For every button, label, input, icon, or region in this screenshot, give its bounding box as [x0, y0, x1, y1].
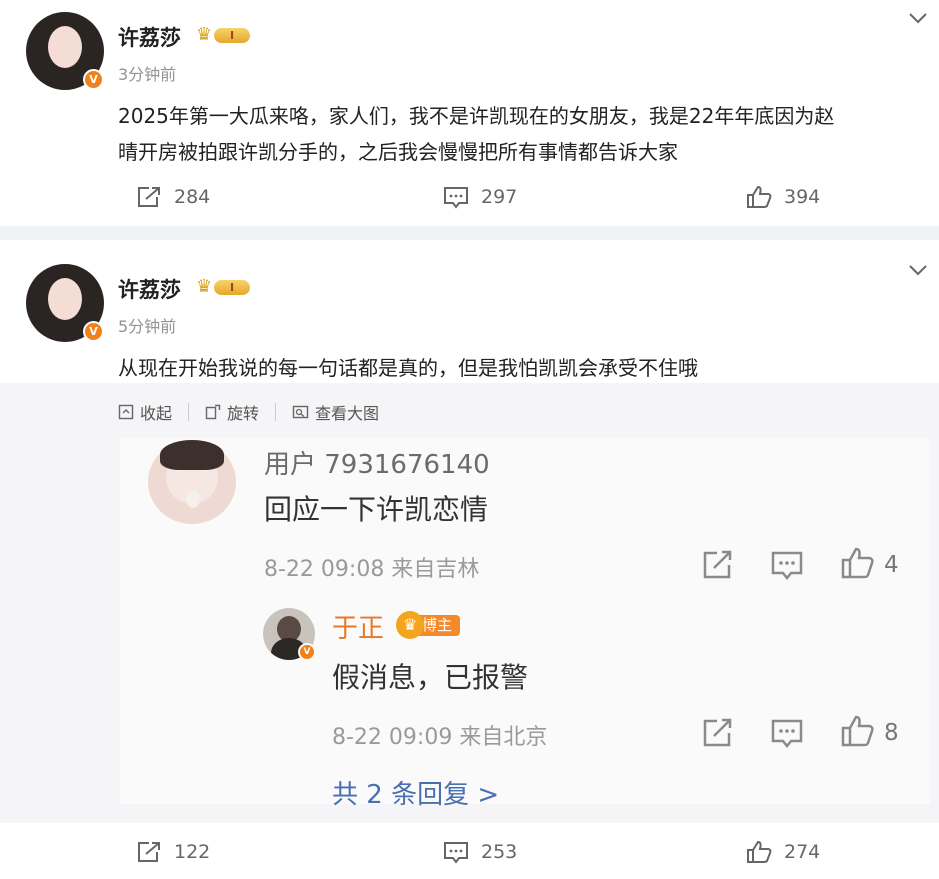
divider [188, 403, 190, 421]
comment-meta: 8-22 09:08 来自吉林 [264, 557, 480, 582]
comment-count: 297 [481, 186, 518, 208]
level-label: I [214, 280, 250, 295]
post-time: 5分钟前 [118, 317, 177, 336]
commenter-name: 用户 7931676140 [264, 450, 490, 480]
like-button[interactable]: 394 [746, 182, 820, 212]
collapse-icon [118, 404, 134, 420]
repost-count: 284 [174, 186, 211, 208]
more-replies-link: 共 2 条回复 > [332, 780, 500, 810]
repost-icon [138, 842, 160, 862]
like-button[interactable]: 274 [746, 837, 820, 867]
rotate-icon [205, 404, 221, 420]
divider [275, 403, 277, 421]
collapse-button[interactable]: 收起 [118, 400, 172, 424]
level-label: I [214, 28, 250, 43]
user-level-badge[interactable]: ♛ I [196, 276, 252, 298]
rotate-button[interactable]: 旋转 [205, 400, 259, 424]
comment-icon [444, 187, 468, 209]
verified-badge: V [298, 643, 316, 661]
share-icon [703, 550, 732, 579]
like-icon [747, 185, 772, 208]
comment-screenshot-image[interactable]: 用户 7931676140 回应一下许凯恋情 8-22 09:08 来自吉林 4… [120, 438, 930, 810]
view-large-button[interactable]: 查看大图 [292, 400, 379, 424]
comment-icon [444, 842, 468, 864]
post-card: V 许荔莎 ♛ I 5分钟前 从现在开始我说的每一句话都是真的，但是我怕凯凯会承… [0, 240, 939, 879]
post-text-line: 晴开房被拍跟许凯分手的，之后我会慢慢把所有事情都告诉大家 [118, 140, 678, 164]
post-actions: 284 297 394 [0, 182, 939, 212]
like-icon [747, 840, 772, 863]
post-text: 2025年第一大瓜来咯，家人们，我不是许凯现在的女朋友，我是22年年底因为赵 晴… [118, 98, 938, 170]
chevron-down-icon[interactable] [908, 11, 928, 25]
commenter-avatar [148, 440, 236, 524]
post-text-line: 2025年第一大瓜来咯，家人们，我不是许凯现在的女朋友，我是22年年底因为赵 [118, 104, 835, 128]
media-toolbar: 收起 旋转 查看大图 [118, 401, 379, 423]
crown-icon: ♛ [396, 611, 424, 639]
comment-text: 回应一下许凯恋情 [264, 493, 489, 526]
comment-button[interactable]: 297 [443, 182, 517, 212]
post-media: 收起 旋转 查看大图 用户 7931676140 回应一下许凯恋情 8-22 0… [0, 383, 939, 823]
share-icon [703, 718, 732, 747]
like-count: 274 [784, 841, 821, 863]
like-icon [841, 547, 874, 579]
post-text: 从现在开始我说的每一句话都是真的，但是我怕凯凯会承受不住哦 [118, 356, 698, 380]
verified-badge: V [83, 321, 104, 342]
view-large-icon [292, 405, 309, 419]
user-level-badge[interactable]: ♛ I [196, 24, 252, 46]
comment-button[interactable]: 253 [443, 837, 517, 867]
repost-button[interactable]: 122 [136, 837, 210, 867]
chevron-down-icon[interactable] [908, 263, 928, 277]
comment-icon [771, 719, 803, 749]
reply-like-count: 8 [884, 720, 899, 746]
author-name[interactable]: 许荔莎 [118, 274, 181, 304]
comment-like-count: 4 [884, 552, 899, 578]
post-actions: 122 253 274 [0, 837, 939, 867]
reply-text: 假消息，已报警 [332, 661, 529, 694]
post-time: 3分钟前 [118, 65, 177, 84]
author-name[interactable]: 许荔莎 [118, 22, 181, 52]
replier-name: 于正 [332, 614, 385, 644]
like-icon [841, 715, 874, 747]
repost-count: 122 [174, 841, 211, 863]
rotate-label: 旋转 [227, 404, 260, 423]
blogger-badge: ♛ 博主 [396, 611, 460, 639]
comment-icon [771, 551, 803, 581]
like-count: 394 [784, 186, 821, 208]
repost-button[interactable]: 284 [136, 182, 210, 212]
view-large-label: 查看大图 [315, 404, 380, 423]
collapse-label: 收起 [140, 404, 173, 423]
comment-count: 253 [481, 841, 518, 863]
repost-icon [138, 187, 160, 207]
reply-meta: 8-22 09:09 来自北京 [332, 725, 548, 750]
post-card: V 许荔莎 ♛ I 3分钟前 2025年第一大瓜来咯，家人们，我不是许凯现在的女… [0, 0, 939, 226]
verified-badge: V [83, 69, 104, 90]
